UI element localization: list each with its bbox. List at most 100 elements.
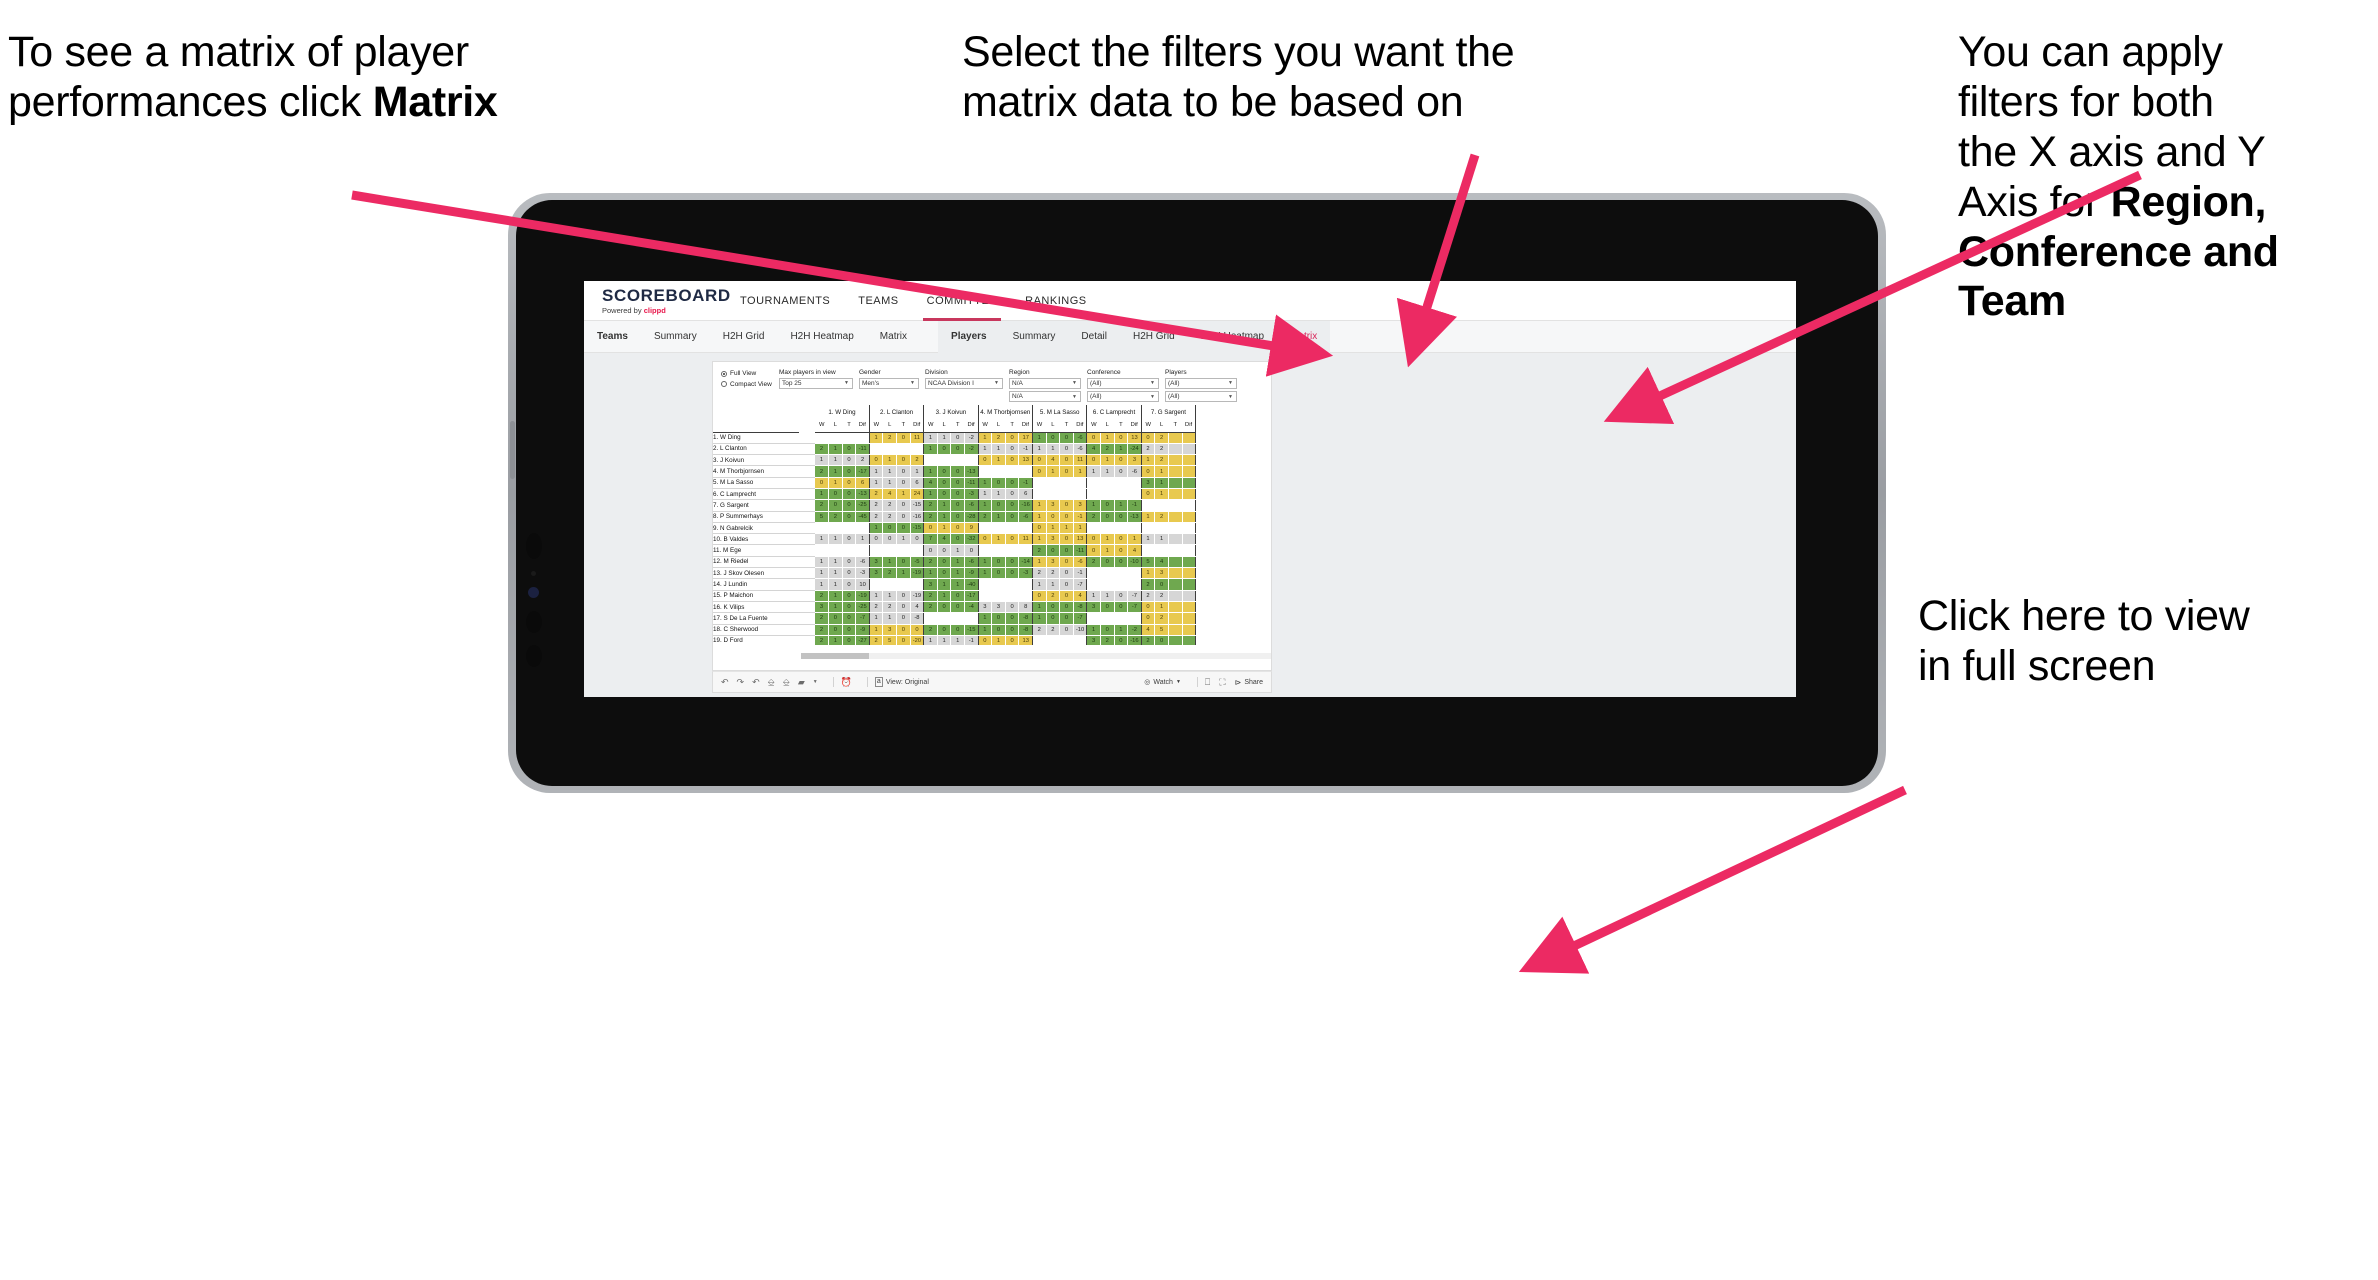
matrix-cell[interactable]: -9 (964, 567, 979, 580)
matrix-cell[interactable]: 3 (1154, 567, 1169, 580)
matrix-cell[interactable]: 0 (937, 477, 952, 489)
matrix-cell[interactable]: 0 (950, 590, 966, 602)
matrix-cell[interactable]: 1 (896, 533, 911, 546)
matrix-cell[interactable]: 1 (1086, 590, 1101, 602)
matrix-cell[interactable]: 0 (842, 556, 857, 569)
matrix-cell[interactable] (950, 454, 966, 467)
matrix-cell[interactable]: -16 (1018, 499, 1033, 512)
matrix-cell[interactable]: 2 (923, 624, 938, 636)
matrix-cell[interactable]: 9 (964, 522, 979, 535)
matrix-cell[interactable]: 1 (923, 567, 938, 580)
matrix-cell[interactable]: 7 (923, 533, 938, 546)
matrix-cell[interactable]: 1 (950, 556, 966, 569)
matrix-cell[interactable]: 0 (896, 465, 911, 478)
subnav-item-h2h-grid[interactable]: H2H Grid (1120, 321, 1188, 353)
matrix-cell[interactable]: 1 (1046, 578, 1061, 591)
filter-select-division-1[interactable]: NCAA Division I ▼ (925, 377, 1003, 389)
matrix-row-label[interactable]: 16. K Vilips (713, 601, 799, 614)
matrix-cell[interactable] (1182, 432, 1197, 444)
matrix-cell[interactable]: 1 (923, 635, 938, 645)
matrix-cell[interactable] (842, 522, 857, 535)
matrix-cell[interactable]: 2 (882, 567, 898, 580)
matrix-cell[interactable]: 1 (937, 522, 952, 535)
matrix-cell[interactable]: 0 (937, 465, 952, 478)
matrix-cell[interactable]: 3 (1141, 477, 1156, 489)
matrix-cell[interactable]: 0 (1005, 624, 1020, 636)
matrix-cell[interactable]: 0 (842, 612, 857, 625)
caret-icon[interactable]: ▼ (813, 679, 818, 685)
matrix-column-header[interactable]: 2. L Clanton (869, 405, 925, 419)
subnav-item-summary[interactable]: Summary (641, 321, 710, 353)
matrix-cell[interactable]: 0 (1032, 522, 1047, 535)
matrix-cell[interactable]: -17 (964, 590, 979, 602)
matrix-cell[interactable]: 0 (1059, 612, 1074, 625)
matrix-cell[interactable]: 0 (1114, 511, 1129, 523)
matrix-cell[interactable]: 1 (1141, 511, 1156, 523)
matrix-cell[interactable]: 4 (1073, 590, 1088, 602)
table-row[interactable]: 17. S De La Fuente 2 0 0 -7 1 1 0 -8 1 0 0 -8 1 0 0 -7 0 2 (713, 612, 1197, 625)
matrix-cell[interactable]: 1 (978, 556, 993, 569)
matrix-column-header[interactable]: 3. J Koivun (923, 405, 979, 419)
matrix-cell[interactable] (923, 612, 938, 625)
matrix-cell[interactable]: 2 (1154, 590, 1169, 602)
matrix-cell[interactable]: -16 (1127, 635, 1142, 645)
matrix-cell[interactable]: 0 (1086, 454, 1101, 467)
matrix-cell[interactable] (1182, 624, 1197, 636)
matrix-row-label[interactable]: 3. J Koivun (713, 454, 799, 467)
matrix-cell[interactable]: -15 (910, 522, 925, 535)
refresh-icon[interactable]: ⎒ (768, 677, 775, 687)
pause-icon[interactable]: ▰ (798, 677, 805, 687)
matrix-cell[interactable]: 0 (896, 454, 911, 467)
matrix-cell[interactable]: -10 (1073, 624, 1088, 636)
matrix-cell[interactable]: 3 (1046, 556, 1061, 569)
matrix-cell[interactable] (1100, 522, 1115, 535)
matrix-cell[interactable]: 0 (937, 488, 952, 501)
matrix-cell[interactable]: -2 (1127, 624, 1142, 636)
matrix-cell[interactable] (1018, 465, 1033, 478)
matrix-cell[interactable] (815, 432, 830, 444)
filter-select-region-2[interactable]: N/A ▼ (1009, 391, 1081, 402)
table-row[interactable]: 2. L Clanton 2 1 0 -11 1 0 0 -2 1 1 0 -1 1 1 0 -6 4 2 1 -24 2… (713, 443, 1197, 456)
matrix-cell[interactable] (1046, 635, 1061, 645)
matrix-cell[interactable]: 6 (910, 477, 925, 489)
matrix-cell[interactable]: 1 (1100, 432, 1115, 444)
matrix-cell[interactable] (1127, 567, 1142, 580)
matrix-cell[interactable] (1114, 567, 1129, 580)
matrix-cell[interactable] (1168, 465, 1183, 478)
matrix-cell[interactable] (978, 522, 993, 535)
matrix-cell[interactable] (1182, 556, 1197, 569)
matrix-cell[interactable]: 1 (815, 533, 830, 546)
matrix-cell[interactable]: -16 (910, 511, 925, 523)
matrix-cell[interactable] (1059, 477, 1074, 489)
matrix-cell[interactable] (882, 578, 898, 591)
matrix-cell[interactable]: 0 (1114, 601, 1129, 614)
filter-select-players-2[interactable]: (All) ▼ (1165, 391, 1237, 402)
matrix-cell[interactable]: 5 (882, 635, 898, 645)
redo-icon[interactable]: ↷ (737, 677, 745, 687)
matrix-cell[interactable]: 0 (1005, 477, 1020, 489)
matrix-cell[interactable]: 1 (991, 488, 1006, 501)
matrix-cell[interactable]: 0 (842, 488, 857, 501)
matrix-cell[interactable]: 2 (869, 635, 884, 645)
matrix-cell[interactable]: -7 (855, 612, 870, 625)
matrix-cell[interactable]: -6 (1073, 556, 1088, 569)
matrix-cell[interactable] (1046, 477, 1061, 489)
matrix-cell[interactable]: 0 (1114, 454, 1129, 467)
matrix-cell[interactable]: 0 (896, 612, 911, 625)
matrix-cell[interactable]: 1 (991, 533, 1006, 546)
matrix-cell[interactable] (950, 612, 966, 625)
matrix-cell[interactable] (1168, 533, 1183, 546)
matrix-cell[interactable]: -19 (910, 590, 925, 602)
matrix-cell[interactable] (828, 544, 843, 557)
matrix-cell[interactable]: 0 (978, 533, 993, 546)
matrix-cell[interactable]: 8 (1018, 601, 1033, 614)
matrix-cell[interactable] (1005, 590, 1020, 602)
matrix-row-label[interactable]: 11. M Ege (713, 544, 799, 557)
matrix-cell[interactable] (896, 544, 911, 557)
matrix-cell[interactable]: 1 (882, 590, 898, 602)
matrix-row-label[interactable]: 5. M La Sasso (713, 477, 799, 489)
matrix-cell[interactable]: 0 (937, 544, 952, 557)
matrix-cell[interactable]: 1 (869, 477, 884, 489)
matrix-cell[interactable] (1182, 544, 1197, 557)
matrix-cell[interactable] (828, 522, 843, 535)
